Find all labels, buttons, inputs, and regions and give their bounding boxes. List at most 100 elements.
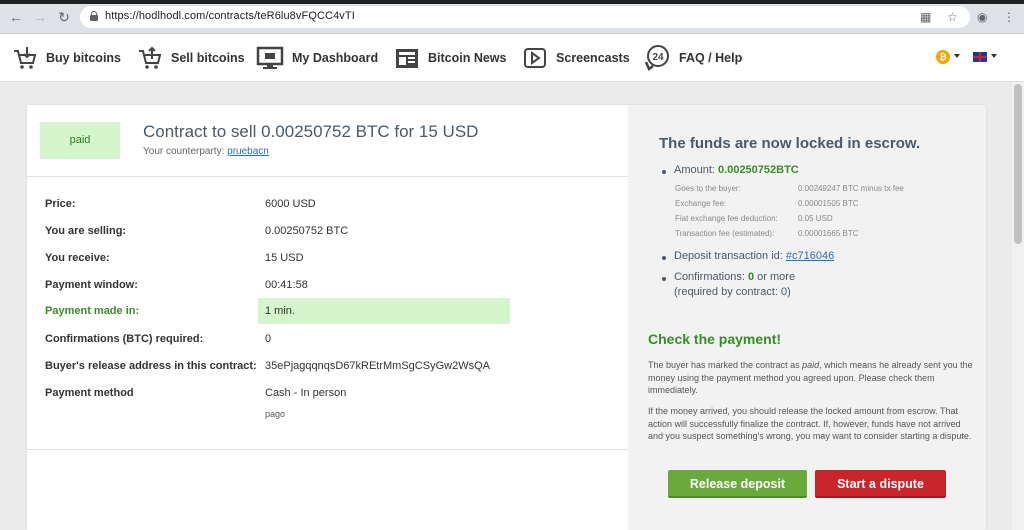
detail-row-payment-made: Payment made in: 1 min. — [27, 298, 628, 325]
escrow-title: The funds are now locked in escrow. — [659, 135, 921, 152]
nav-screencasts[interactable]: Screencasts — [522, 34, 630, 82]
detail-label: You receive: — [45, 252, 110, 264]
detail-value: 0 — [265, 333, 272, 345]
detail-value: 15 USD — [265, 252, 304, 264]
monitor-icon — [256, 46, 284, 69]
window-top-strip — [0, 0, 1024, 4]
check-paragraph-2: If the money arrived, you should release… — [648, 406, 972, 441]
detail-label: Buyer's release address in this contract… — [45, 360, 257, 372]
cart-upload-icon — [139, 46, 162, 69]
detail-label: Payment method — [45, 387, 134, 399]
nav-faq-help[interactable]: 24 FAQ / Help — [643, 34, 742, 82]
nav-label: FAQ / Help — [679, 51, 743, 65]
deposit-label: Deposit transaction id: — [674, 250, 783, 262]
escrow-panel: The funds are now locked in escrow. Amou… — [628, 105, 986, 530]
detail-row-price: Price: 6000 USD — [27, 191, 628, 218]
fee-value: 0.00001505 BTC — [798, 199, 859, 208]
nav-bitcoin-news[interactable]: Bitcoin News — [394, 34, 507, 82]
translate-icon[interactable]: ▦ — [920, 9, 931, 25]
bookmark-star-icon[interactable]: ☆ — [947, 9, 958, 25]
detail-label: Payment made in: — [45, 305, 140, 317]
fee-label: Transaction fee (estimated): — [675, 229, 775, 238]
fee-label: Fiat exchange fee deduction: — [675, 214, 778, 223]
address-bar[interactable]: https://hodlhodl.com/contracts/teR6lu8vF… — [80, 6, 970, 28]
nav-buy-bitcoins[interactable]: Buy bitcoins — [12, 34, 121, 82]
newspaper-icon — [396, 49, 418, 68]
nav-label: Buy bitcoins — [46, 51, 122, 65]
bitcoin-currency-icon[interactable]: ₿ — [936, 50, 950, 64]
uk-flag-icon[interactable] — [973, 52, 987, 62]
nav-label: Bitcoin News — [428, 51, 507, 65]
contract-details-panel: paid Contract to sell 0.00250752 BTC for… — [27, 105, 628, 530]
fee-label: Goes to the buyer: — [675, 184, 741, 193]
nav-label: Screencasts — [556, 51, 630, 65]
deposit-tx-link[interactable]: #c716046 — [786, 250, 834, 262]
detail-value: Cash - In person — [265, 387, 347, 399]
para-text: The buyer has marked the contract as — [648, 360, 803, 370]
fee-value: 0.00001665 BTC — [798, 229, 859, 238]
scrollbar-thumb[interactable] — [1014, 84, 1022, 244]
svg-text:24: 24 — [652, 52, 664, 63]
confirmations-suffix: or more — [757, 271, 796, 283]
release-deposit-button[interactable]: Release deposit — [668, 470, 807, 498]
extension-icon[interactable]: ◉ — [977, 9, 987, 25]
cart-download-icon — [14, 47, 37, 69]
detail-value: 0.00250752 BTC — [265, 225, 349, 237]
divider — [27, 176, 628, 177]
detail-value[interactable]: 35ePjagqqnqsD67kREtrMmSgCSyGw2WsQA — [265, 360, 490, 372]
fee-value: 0.05 USD — [798, 214, 833, 223]
detail-row-payment-method: Payment method Cash - In person — [27, 380, 628, 407]
detail-value: 1 min. — [265, 305, 295, 317]
amount-value: 0.00250752BTC — [718, 164, 799, 176]
detail-row-release-address: Buyer's release address in this contract… — [27, 353, 628, 380]
nav-label: My Dashboard — [292, 51, 379, 65]
confirmations-label: Confirmations: — [674, 271, 745, 283]
site-navigation: Buy bitcoins Sell bitcoins My Dashboard … — [0, 34, 1024, 82]
reload-icon[interactable]: ↻ — [56, 9, 72, 25]
divider — [27, 449, 628, 450]
detail-label: Price: — [45, 198, 76, 210]
counterparty-line: Your counterparty: pruebacn — [143, 146, 269, 157]
highlight-box — [258, 298, 510, 324]
support-24-icon: 24 — [644, 45, 669, 71]
para-emphasis: paid — [802, 360, 820, 370]
detail-label: Confirmations (BTC) required: — [45, 333, 204, 345]
bullet-icon — [662, 256, 666, 260]
chevron-down-icon[interactable] — [991, 54, 997, 58]
check-paragraph-1: The buyer has marked the contract as pai… — [648, 359, 973, 397]
menu-dots-icon[interactable]: ⋮ — [1003, 9, 1015, 25]
chevron-down-icon[interactable] — [954, 54, 960, 58]
bullet-icon — [662, 277, 666, 281]
bullet-icon — [662, 170, 666, 174]
deposit-line: Deposit transaction id: #c716046 — [674, 250, 834, 262]
fee-label: Exchange fee: — [675, 199, 727, 208]
detail-value: 6000 USD — [265, 198, 316, 210]
detail-row-payment-window: Payment window: 00:41:58 — [27, 272, 628, 299]
counterparty-link[interactable]: pruebacn — [227, 146, 269, 157]
back-icon[interactable]: ← — [8, 9, 24, 25]
nav-my-dashboard[interactable]: My Dashboard — [256, 34, 378, 82]
start-dispute-button[interactable]: Start a dispute — [815, 470, 946, 498]
nav-sell-bitcoins[interactable]: Sell bitcoins — [137, 34, 245, 82]
counterparty-label: Your counterparty: — [143, 146, 225, 157]
play-icon — [524, 48, 546, 68]
detail-row-selling: You are selling: 0.00250752 BTC — [27, 218, 628, 245]
detail-value: 00:41:58 — [265, 279, 308, 291]
lock-icon — [90, 11, 98, 21]
payment-method-note: pago — [265, 409, 286, 419]
nav-label: Sell bitcoins — [171, 51, 245, 65]
url-text[interactable]: https://hodlhodl.com/contracts/teR6lu8vF… — [105, 10, 355, 22]
contract-title: Contract to sell 0.00250752 BTC for 15 U… — [143, 122, 479, 141]
detail-row-receive: You receive: 15 USD — [27, 245, 628, 272]
forward-icon[interactable]: → — [32, 9, 48, 25]
check-payment-title: Check the payment! — [648, 331, 782, 347]
fee-value: 0.00249247 BTC minus tx fee — [798, 184, 904, 193]
detail-label: Payment window: — [45, 279, 138, 291]
required-confirmations: (required by contract: 0) — [674, 286, 791, 298]
amount-label: Amount: — [674, 164, 715, 176]
detail-label: You are selling: — [45, 225, 127, 237]
browser-toolbar: ← → ↻ https://hodlhodl.com/contracts/teR… — [0, 0, 1024, 34]
escrow-amount-line: Amount: 0.00250752BTC — [674, 164, 799, 176]
status-badge: paid — [40, 122, 120, 159]
contract-card: paid Contract to sell 0.00250752 BTC for… — [27, 105, 986, 530]
